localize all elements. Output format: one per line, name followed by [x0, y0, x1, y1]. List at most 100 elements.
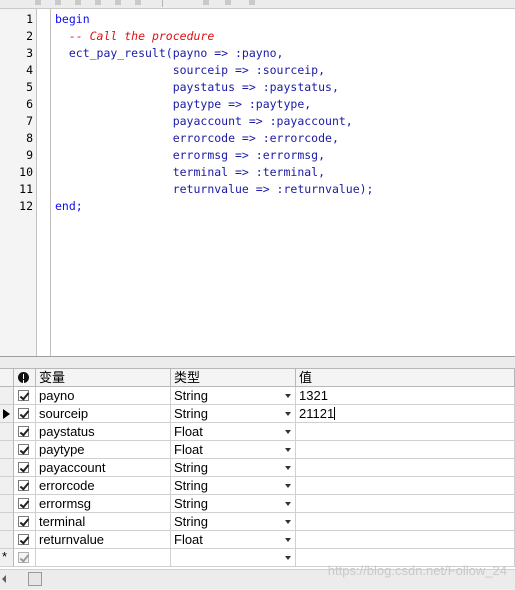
type-select[interactable]: [171, 549, 296, 567]
type-select[interactable]: Float: [171, 441, 296, 459]
chevron-down-icon[interactable]: [285, 538, 291, 542]
variable-name-cell[interactable]: sourceip: [36, 405, 171, 423]
column-header-value[interactable]: 值: [296, 369, 515, 387]
enabled-checkbox[interactable]: [18, 444, 29, 455]
type-select[interactable]: String: [171, 477, 296, 495]
code-line[interactable]: 5 paystatus => :paystatus,: [0, 79, 515, 96]
toolbar-button-7[interactable]: [200, 0, 212, 6]
value-input-cell[interactable]: [296, 531, 515, 549]
row-indicator-cell[interactable]: [0, 531, 14, 549]
chevron-down-icon[interactable]: [285, 502, 291, 506]
enabled-cell[interactable]: [14, 477, 36, 495]
table-row[interactable]: terminal String: [0, 513, 515, 531]
chevron-down-icon[interactable]: [285, 430, 291, 434]
enabled-cell[interactable]: [14, 459, 36, 477]
toolbar-button-3[interactable]: [72, 0, 84, 6]
variable-name-cell[interactable]: payaccount: [36, 459, 171, 477]
header-enabled-cell[interactable]: [14, 369, 36, 387]
enabled-cell[interactable]: [14, 531, 36, 549]
code-line[interactable]: 6 paytype => :paytype,: [0, 96, 515, 113]
code-line[interactable]: 2 -- Call the procedure: [0, 28, 515, 45]
value-input-cell[interactable]: 1321: [296, 387, 515, 405]
type-select[interactable]: String: [171, 405, 296, 423]
code-line[interactable]: 8 errorcode => :errorcode,: [0, 130, 515, 147]
value-input-cell[interactable]: [296, 495, 515, 513]
type-select[interactable]: String: [171, 387, 296, 405]
table-row[interactable]: paytype Float: [0, 441, 515, 459]
chevron-down-icon[interactable]: [285, 484, 291, 488]
code-line[interactable]: 12 end;: [0, 198, 515, 215]
enabled-cell[interactable]: [14, 513, 36, 531]
code-line[interactable]: 10 terminal => :terminal,: [0, 164, 515, 181]
code-line[interactable]: 11 returnvalue => :returnvalue);: [0, 181, 515, 198]
code-line[interactable]: 3 ect_pay_result(payno => :payno,: [0, 45, 515, 62]
row-indicator-cell[interactable]: [0, 513, 14, 531]
column-header-type[interactable]: 类型: [171, 369, 296, 387]
value-input-cell[interactable]: [296, 513, 515, 531]
toolbar-button-6[interactable]: [132, 0, 144, 6]
scroll-left-arrow-icon[interactable]: [2, 575, 6, 583]
table-row[interactable]: paystatus Float: [0, 423, 515, 441]
toolbar-button-1[interactable]: [32, 0, 44, 6]
enabled-cell[interactable]: [14, 549, 36, 567]
table-row[interactable]: errorcode String: [0, 477, 515, 495]
variable-name-cell[interactable]: terminal: [36, 513, 171, 531]
variable-name-cell[interactable]: payno: [36, 387, 171, 405]
chevron-down-icon[interactable]: [285, 520, 291, 524]
enabled-cell[interactable]: [14, 405, 36, 423]
code-line[interactable]: 9 errormsg => :errormsg,: [0, 147, 515, 164]
chevron-down-icon[interactable]: [285, 448, 291, 452]
variable-name-cell[interactable]: paytype: [36, 441, 171, 459]
enabled-cell[interactable]: [14, 441, 36, 459]
chevron-down-icon[interactable]: [285, 394, 291, 398]
row-indicator-cell[interactable]: [0, 405, 14, 423]
enabled-checkbox[interactable]: [18, 408, 29, 419]
enabled-checkbox[interactable]: [18, 516, 29, 527]
code-line[interactable]: 1 begin: [0, 11, 515, 28]
table-row[interactable]: returnvalue Float: [0, 531, 515, 549]
table-row[interactable]: errormsg String: [0, 495, 515, 513]
table-row[interactable]: payaccount String: [0, 459, 515, 477]
type-select[interactable]: String: [171, 495, 296, 513]
enabled-checkbox[interactable]: [18, 426, 29, 437]
table-row[interactable]: sourceip String 21121: [0, 405, 515, 423]
enabled-cell[interactable]: [14, 495, 36, 513]
value-input-cell[interactable]: [296, 423, 515, 441]
row-indicator-cell[interactable]: [0, 459, 14, 477]
sql-code-editor[interactable]: 1 begin 2 -- Call the procedure 3 ect_pay_r…: [0, 9, 515, 357]
column-header-variable[interactable]: 变量: [36, 369, 171, 387]
chevron-down-icon[interactable]: [285, 556, 291, 560]
toolbar-button-9[interactable]: [246, 0, 258, 6]
enabled-checkbox[interactable]: [18, 552, 29, 563]
variable-name-cell[interactable]: errormsg: [36, 495, 171, 513]
variable-name-cell[interactable]: [36, 549, 171, 567]
type-select[interactable]: Float: [171, 423, 296, 441]
type-select[interactable]: String: [171, 513, 296, 531]
value-input-cell[interactable]: [296, 441, 515, 459]
value-input-cell[interactable]: [296, 459, 515, 477]
enabled-cell[interactable]: [14, 423, 36, 441]
type-select[interactable]: String: [171, 459, 296, 477]
variable-name-cell[interactable]: errorcode: [36, 477, 171, 495]
variable-name-cell[interactable]: paystatus: [36, 423, 171, 441]
row-indicator-cell[interactable]: *: [0, 549, 14, 567]
pane-splitter[interactable]: [0, 357, 515, 369]
table-row[interactable]: payno String 1321: [0, 387, 515, 405]
enabled-cell[interactable]: [14, 387, 36, 405]
enabled-checkbox[interactable]: [18, 462, 29, 473]
code-line[interactable]: 4 sourceip => :sourceip,: [0, 62, 515, 79]
value-input-cell[interactable]: [296, 477, 515, 495]
enabled-checkbox[interactable]: [18, 390, 29, 401]
chevron-down-icon[interactable]: [285, 412, 291, 416]
toolbar-button-2[interactable]: [52, 0, 64, 6]
variable-name-cell[interactable]: returnvalue: [36, 531, 171, 549]
enabled-checkbox[interactable]: [18, 498, 29, 509]
enabled-checkbox[interactable]: [18, 534, 29, 545]
toolbar-button-5[interactable]: [112, 0, 124, 6]
code-line[interactable]: 7 payaccount => :payaccount,: [0, 113, 515, 130]
row-indicator-cell[interactable]: [0, 477, 14, 495]
row-indicator-cell[interactable]: [0, 495, 14, 513]
scrollbar-thumb[interactable]: [28, 572, 42, 586]
enabled-checkbox[interactable]: [18, 480, 29, 491]
chevron-down-icon[interactable]: [285, 466, 291, 470]
